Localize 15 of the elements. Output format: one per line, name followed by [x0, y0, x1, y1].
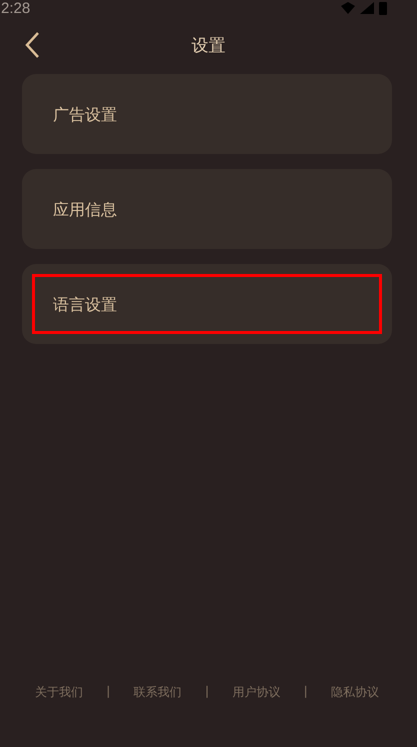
footer-link[interactable]: 隐私协议	[330, 684, 379, 701]
page-title: 设置	[192, 34, 226, 56]
footer-link[interactable]: 联系我们	[134, 684, 182, 701]
settings-item[interactable]: 应用信息	[22, 169, 392, 249]
status-time: 2:28	[1, 0, 30, 16]
footer-link[interactable]: 关于我们	[35, 684, 83, 701]
separator: |	[304, 684, 308, 700]
settings-item[interactable]: 广告设置	[22, 74, 392, 154]
settings-item[interactable]: 语言设置	[22, 264, 392, 344]
signal-icon	[360, 2, 374, 14]
back-icon[interactable]	[24, 31, 40, 59]
footer-link[interactable]: 用户协议	[232, 684, 280, 701]
battery-icon	[379, 1, 387, 15]
separator: |	[106, 684, 110, 700]
separator: |	[204, 684, 209, 700]
